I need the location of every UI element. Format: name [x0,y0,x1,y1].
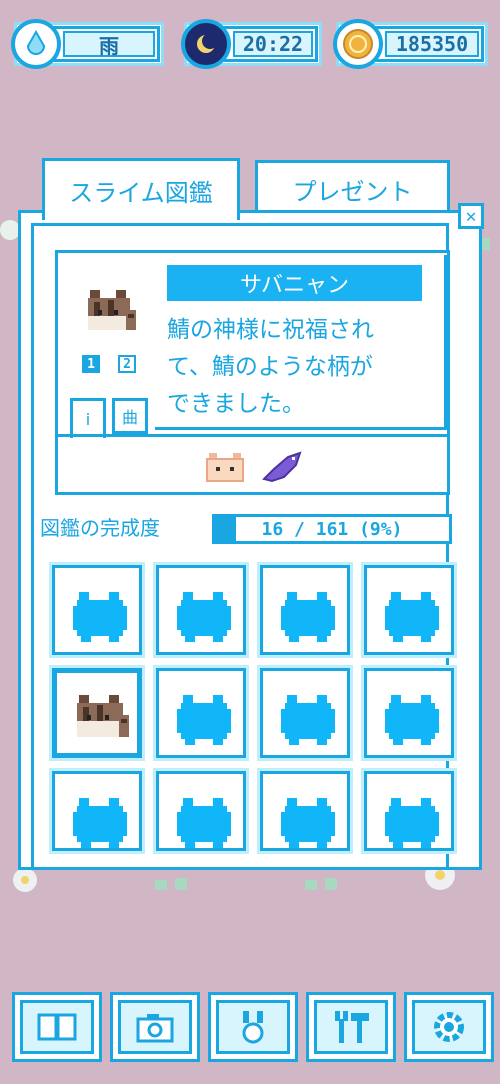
slime-name: サバニャン [167,265,422,301]
weather-status: 雨 [11,19,164,69]
unknown-slime-silhouette [73,592,127,642]
slime-cell[interactable] [49,768,145,854]
close-button[interactable]: ✕ [458,203,484,229]
tab-slime-encyclopedia[interactable]: スライム図鑑 [42,158,240,220]
unknown-slime-silhouette [281,695,335,745]
slime-cell[interactable] [49,562,145,658]
medal-icon [216,1000,290,1054]
weather-label: 雨 [63,31,155,58]
slime-cell[interactable] [257,562,353,658]
moon-icon [181,19,231,69]
slime-cell[interactable] [361,768,457,854]
raindrop-icon [11,19,61,69]
time-status: 20:22 [181,19,322,69]
medal-nav-button[interactable] [208,992,298,1062]
unknown-slime-silhouette [385,592,439,642]
leaf-decoration [305,878,337,890]
coin-icon [333,19,383,69]
unknown-slime-silhouette [73,798,127,848]
book-nav-button[interactable] [12,992,102,1062]
unknown-slime-silhouette [177,592,231,642]
camera-icon [118,1000,192,1054]
time-label: 20:22 [233,31,313,57]
slime-cell[interactable] [361,562,457,658]
unknown-slime-silhouette [281,798,335,848]
coin-label: 185350 [385,31,479,57]
unknown-slime-silhouette [177,798,231,848]
page-2-button[interactable]: 2 [118,355,136,373]
description-line: 鯖の神様に祝福され [167,317,374,343]
completion-label: 図鑑の完成度 [40,516,160,540]
coin-status: 185350 [333,19,488,69]
slime-cell-selected[interactable] [49,665,145,761]
book-icon [20,1000,94,1054]
camera-nav-button[interactable] [110,992,200,1062]
unknown-slime-silhouette [385,695,439,745]
slime-cell[interactable] [257,665,353,761]
slime-cell[interactable] [153,562,249,658]
completion-text: 16 / 161 (9%) [261,518,403,540]
completion-bar: 16 / 161 (9%) [212,514,452,544]
cat-face-icon [206,453,244,482]
info-tab[interactable]: ⅰ [70,398,106,438]
unknown-slime-silhouette [385,798,439,848]
page-1-button[interactable]: 1 [82,355,100,373]
close-icon: ✕ [465,205,477,227]
unknown-slime-silhouette [281,592,335,642]
fish-icon [262,451,302,483]
music-tab[interactable]: 曲 [112,398,148,434]
description-line: できました。 [167,391,305,417]
attribute-icons-row [55,434,450,495]
sabanyan-sprite [77,695,129,737]
gear-icon [412,1000,486,1054]
unknown-slime-silhouette [177,695,231,745]
tools-icon [314,1000,388,1054]
tools-nav-button[interactable] [306,992,396,1062]
slime-cell[interactable] [361,665,457,761]
sabanyan-portrait [88,290,136,330]
slime-cell[interactable] [257,768,353,854]
slime-cell[interactable] [153,768,249,854]
gear-nav-button[interactable] [404,992,494,1062]
leaf-decoration [155,878,187,890]
slime-description: 鯖の神様に祝福され て、鯖のような柄が できました。 [167,312,429,423]
slime-cell[interactable] [153,665,249,761]
description-line: て、鯖のような柄が [167,354,373,380]
